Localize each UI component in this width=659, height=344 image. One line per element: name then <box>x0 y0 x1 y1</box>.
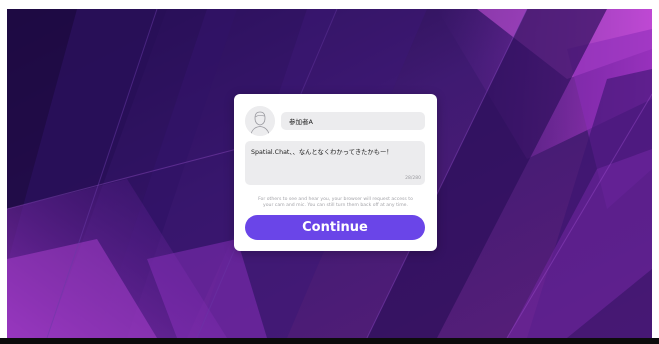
join-profile-dialog: Spatial.Chat、、なんとなくわかってきたかもー！ 28/280 For… <box>234 94 437 251</box>
permission-notice-line-2: your cam and mic. You can still turn the… <box>263 203 408 208</box>
user-avatar-icon[interactable] <box>245 106 275 136</box>
display-name-input[interactable] <box>281 112 425 130</box>
permission-notice: For others to see and hear you, your bro… <box>242 197 429 209</box>
bottom-bar <box>0 338 659 344</box>
continue-button[interactable]: Continue <box>245 215 425 240</box>
character-counter: 28/280 <box>405 176 421 181</box>
status-message-text: Spatial.Chat、、なんとなくわかってきたかもー！ <box>251 149 393 156</box>
status-message-textarea[interactable]: Spatial.Chat、、なんとなくわかってきたかもー！ 28/280 <box>245 141 425 185</box>
